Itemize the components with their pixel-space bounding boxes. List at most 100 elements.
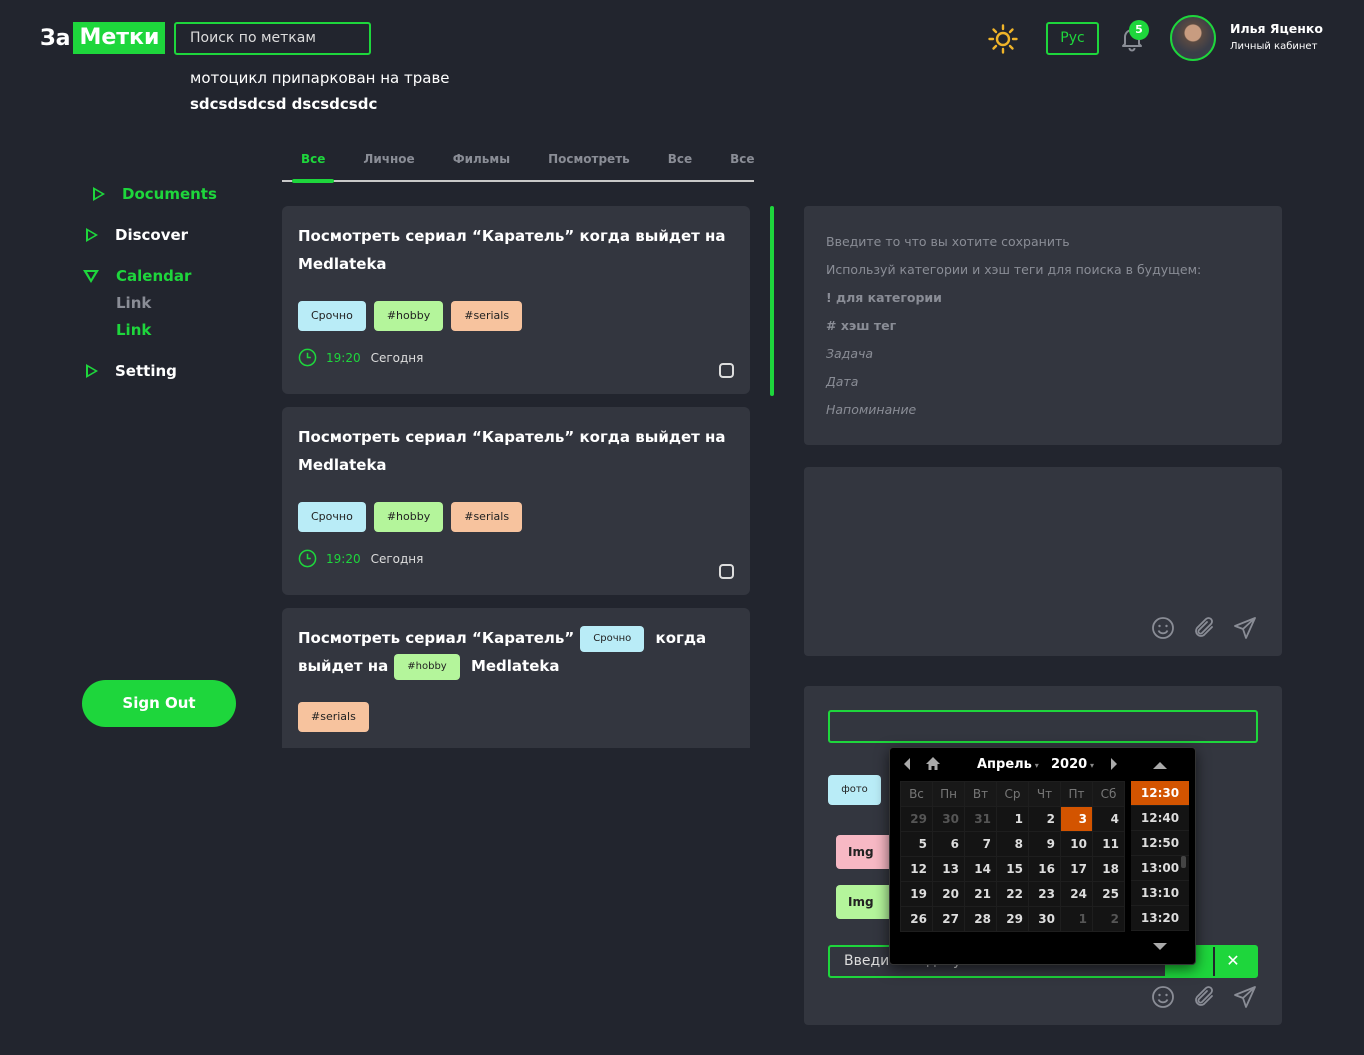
calendar-day[interactable]: 1 [996,806,1029,832]
calendar-day[interactable]: 23 [1028,881,1061,907]
calendar-day[interactable]: 16 [1028,856,1061,882]
calendar-day[interactable]: 2 [1028,806,1061,832]
user-name[interactable]: Илья Яценко [1230,21,1323,36]
time-option[interactable]: 12:40 [1131,806,1189,831]
calendar-day[interactable]: 21 [964,881,997,907]
logo-part2: Метки [73,22,166,54]
search-input[interactable]: Поиск по меткам [174,22,371,55]
tag-hobby[interactable]: #hobby [373,301,444,331]
photo-tag[interactable]: фото [828,775,881,805]
sign-out-button[interactable]: Sign Out [82,680,236,727]
datetime-picker[interactable]: Апрель ▾ 2020 ▾ Вс Пн Вт Ср Чт Пт Сб 29 30 31 1 2 3 4… [889,747,1196,965]
calendar-day[interactable]: 14 [964,856,997,882]
home-icon[interactable] [925,756,941,771]
image-attachment[interactable]: Img [836,885,896,919]
calendar-day[interactable]: 10 [1060,831,1093,857]
tag-hobby[interactable]: #hobby [373,502,444,532]
image-attachment[interactable]: Img [836,835,896,869]
sidebar-item-documents[interactable]: Documents [93,185,217,203]
chevron-up-icon[interactable] [1152,761,1168,770]
sidebar-subitem-link-active[interactable]: Link [116,321,151,339]
calendar-day[interactable]: 5 [900,831,933,857]
chevron-down-icon[interactable] [1152,942,1168,951]
tag-serials[interactable]: #serials [298,702,369,732]
note-card[interactable]: Посмотреть сериал “Каратель” когда выйде… [282,206,750,394]
emoji-icon[interactable] [1151,985,1175,1009]
note-title-part: выйдет на [298,657,389,675]
calendar-day[interactable]: 2 [1092,906,1125,932]
title-input[interactable] [828,710,1258,743]
emoji-icon[interactable] [1151,616,1175,640]
calendar-day[interactable]: 30 [932,806,965,832]
tag-urgent[interactable]: Срочно [298,502,366,532]
calendar-day[interactable]: 8 [996,831,1029,857]
tab-watch[interactable]: Посмотреть [529,140,649,180]
chevron-left-icon[interactable] [902,757,912,771]
tab-all[interactable]: Все [282,140,344,183]
calendar-day[interactable]: 4 [1092,806,1125,832]
calendar-day[interactable]: 29 [900,806,933,832]
tab-personal[interactable]: Личное [344,140,433,180]
calendar-day[interactable]: 12 [900,856,933,882]
hint-text: Используй категории и хэш теги для поиск… [826,262,1202,277]
tag-hobby[interactable]: #hobby [394,653,460,680]
chevron-right-icon[interactable] [1109,757,1119,771]
calendar-day[interactable]: 29 [996,906,1029,932]
calendar-day[interactable]: 27 [932,906,965,932]
calendar-day[interactable]: 1 [1060,906,1093,932]
sidebar-item-discover[interactable]: Discover [86,226,188,244]
calendar-day[interactable]: 25 [1092,881,1125,907]
scrollbar[interactable] [770,206,774,396]
sidebar-item-calendar[interactable]: Calendar [83,267,191,285]
done-checkbox[interactable] [719,564,734,579]
month-select[interactable]: Апрель ▾ [977,757,1039,772]
user-cabinet-link[interactable]: Личный кабинет [1230,41,1317,52]
calendar-day[interactable]: 20 [932,881,965,907]
tab-films[interactable]: Фильмы [434,140,529,180]
year-select[interactable]: 2020 ▾ [1051,757,1094,772]
calendar-day[interactable]: 7 [964,831,997,857]
calendar-day[interactable]: 17 [1060,856,1093,882]
note-card[interactable]: Посмотреть сериал “Каратель” когда выйде… [282,407,750,595]
paperclip-icon[interactable] [1192,616,1216,640]
logo[interactable]: За Метки [40,22,166,54]
sidebar-subitem-link[interactable]: Link [116,294,151,312]
done-checkbox[interactable] [719,363,734,378]
send-icon[interactable] [1233,985,1257,1009]
calendar-day[interactable]: 18 [1092,856,1125,882]
time-scrollbar[interactable] [1181,856,1186,868]
paperclip-icon[interactable] [1192,985,1216,1009]
time-option-selected[interactable]: 12:30 [1131,781,1189,806]
tag-urgent[interactable]: Срочно [580,625,645,652]
tag-serials[interactable]: #serials [451,502,523,532]
tag-urgent[interactable]: Срочно [298,301,366,331]
language-button[interactable]: Рус [1046,22,1099,55]
calendar-day[interactable]: 28 [964,906,997,932]
send-icon[interactable] [1233,616,1257,640]
calendar-day-selected[interactable]: 3 [1060,806,1093,832]
tab-all-3[interactable]: Все [711,140,773,180]
calendar-day[interactable]: 13 [932,856,965,882]
calendar-day[interactable]: 30 [1028,906,1061,932]
note-preview-line2: sdcsdsdcsd dscsdcsdc [190,95,378,113]
tag-serials[interactable]: #serials [451,301,523,331]
category-tabs: Все Личное Фильмы Посмотреть Все Все [282,140,755,183]
calendar-day[interactable]: 15 [996,856,1029,882]
calendar-day[interactable]: 24 [1060,881,1093,907]
avatar[interactable] [1170,15,1216,61]
tab-all-2[interactable]: Все [649,140,711,180]
time-option[interactable]: 13:10 [1131,881,1189,906]
calendar-day[interactable]: 31 [964,806,997,832]
note-card[interactable]: Посмотреть сериал “Каратель” Срочно когда… [282,608,750,748]
calendar-day[interactable]: 19 [900,881,933,907]
time-option[interactable]: 12:50 [1131,831,1189,856]
calendar-day[interactable]: 11 [1092,831,1125,857]
time-option[interactable]: 13:20 [1131,906,1189,931]
calendar-day[interactable]: 26 [900,906,933,932]
sun-icon[interactable] [988,24,1018,54]
sidebar-item-setting[interactable]: Setting [86,362,177,380]
close-icon[interactable]: ✕ [1222,950,1244,972]
calendar-day[interactable]: 22 [996,881,1029,907]
calendar-day[interactable]: 6 [932,831,965,857]
calendar-day[interactable]: 9 [1028,831,1061,857]
